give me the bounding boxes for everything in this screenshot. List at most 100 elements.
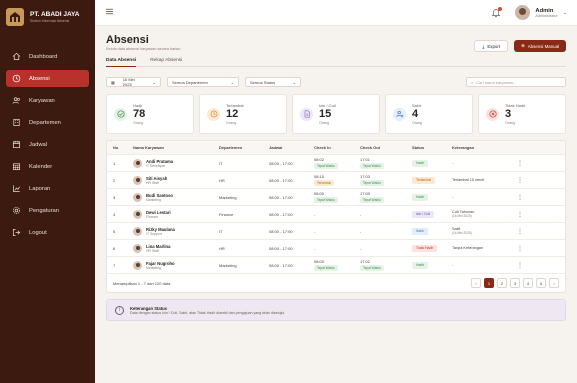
department-select[interactable]: Semua Departemen ⌄ (167, 77, 239, 87)
employee-role: Marketing (146, 265, 161, 270)
export-button[interactable]: ⤓ Export (474, 40, 509, 52)
sidebar-item-karyawan[interactable]: Karyawan (6, 92, 89, 109)
department-cell: Marketing (219, 262, 237, 268)
column-header: Check In (314, 145, 331, 150)
employee-text: Dewi Lestari Finance (146, 210, 171, 219)
sidebar-item-departemen[interactable]: Departemen (6, 114, 89, 131)
notification-badge (498, 6, 503, 11)
sidebar-item-label: Pengaturan (29, 207, 59, 214)
employee-text: Siti Aisyah HR Staff (146, 176, 167, 185)
status-cell: Hadir (412, 193, 452, 201)
table-row[interactable]: 1 Andi Pratama IT Developer IT 08:00 - 17:00… (107, 155, 565, 172)
check-in-cell: - (314, 212, 360, 217)
calendar-icon: ▦ (111, 79, 115, 85)
more-actions-icon[interactable]: ⋮ (512, 194, 528, 201)
check-out-time: - (360, 228, 362, 234)
sidebar-item-label: Karyawan (29, 97, 55, 104)
avatar (133, 226, 142, 236)
date-picker[interactable]: ▦ 16 Mei 2025 ⌄ (106, 77, 161, 87)
employee-text: Andi Pratama IT Developer (146, 159, 173, 168)
employee-cell: Dewi Lestari Finance (133, 209, 219, 219)
status-cell: Hadir (412, 159, 452, 167)
chevron-down-icon: ⌄ (292, 79, 296, 85)
schedule-cell: 08:00 - 17:00 (269, 245, 293, 251)
check-in-time: - (314, 228, 316, 234)
schedule-cell: 08:00 - 17:00 (269, 262, 293, 268)
sidebar-item-logout[interactable]: Logout (6, 224, 89, 241)
more-actions-icon[interactable]: ⋮ (512, 262, 528, 269)
check-in-cell: 08:15 Terlambat (314, 174, 360, 186)
tab-rekap-absensi[interactable]: Rekap Absensi (150, 58, 182, 63)
stat-unit: Orang (133, 120, 143, 125)
schedule-cell: 08:00 - 17:00 (269, 228, 293, 234)
check-in-tag: Tepat Waktu (314, 163, 338, 169)
sidebar-item-absensi[interactable]: Absensi (6, 70, 89, 87)
stat-card-hadir: Hadir 78 Orang (106, 94, 194, 134)
tab-data-absensi[interactable]: Data Absensi (106, 58, 137, 67)
app-frame: PT. ABADI JAYA Sistem Informasi Absensi … (0, 0, 577, 383)
check-out-time: 17:03 (360, 174, 371, 179)
sidebar-item-laporan[interactable]: Laporan (6, 180, 89, 197)
table-row[interactable]: 4 Dewi Lestari Finance Finance 08:00 - 17:00… (107, 206, 565, 223)
status-select[interactable]: Semua Status ⌄ (245, 77, 301, 87)
content: Absensi Kelola data absensi karyawan sec… (95, 26, 577, 329)
status-cell: Tidak Hadir (412, 244, 452, 252)
table-row[interactable]: 5 Rizky Maulana IT Support IT 08:00 - 17:00 -… (107, 223, 565, 240)
schedule-cell: 08:00 - 17:00 (269, 211, 293, 217)
more-actions-icon[interactable]: ⋮ (512, 160, 528, 167)
topbar-right: Admin Administrator ⌄ (491, 5, 567, 20)
employee-name: Budi Santoso (146, 192, 173, 198)
sidebar-item-dashboard[interactable]: Dashboard (6, 48, 89, 65)
brand-name: PT. ABADI JAYA (30, 11, 80, 19)
bell-icon[interactable] (491, 6, 503, 18)
sidebar-item-jadwal[interactable]: Jadwal (6, 136, 89, 153)
check-out-time: 17:02 (360, 259, 371, 264)
page-button[interactable]: 3 (510, 278, 520, 288)
manual-attendance-button[interactable]: ⊕ Absensi Manual (514, 40, 566, 52)
more-actions-icon[interactable]: ⋮ (512, 211, 528, 218)
note-sub: (16 Mei 2025) (452, 214, 472, 218)
note-cell: Tanpa Keterangan (452, 246, 512, 250)
check-in-tag: Terlambat (314, 180, 334, 186)
page-button[interactable]: 2 (497, 278, 507, 288)
hamburger-menu-icon[interactable] (105, 7, 114, 18)
sidebar-item-kalender[interactable]: Kalender (6, 158, 89, 175)
table-body: 1 Andi Pratama IT Developer IT 08:00 - 17:00… (107, 155, 565, 274)
page-button[interactable]: 1 (484, 278, 494, 288)
avatar (133, 175, 142, 185)
user-menu[interactable]: Admin Administrator ⌄ (515, 5, 567, 20)
prev-page-button[interactable]: ‹ (471, 278, 481, 288)
page-button[interactable]: 4 (523, 278, 533, 288)
sidebar-item-label: Absensi (29, 75, 50, 82)
building-icon (12, 118, 21, 127)
next-page-button[interactable]: › (549, 278, 559, 288)
table-row[interactable]: 2 Siti Aisyah HR Staff HR 08:00 - 17:00 08:15… (107, 172, 565, 189)
page-button[interactable]: 5 (536, 278, 546, 288)
more-actions-icon[interactable]: ⋮ (512, 245, 528, 252)
stat-unit: Orang (412, 120, 422, 125)
column-header: Departemen (219, 145, 243, 150)
table-row[interactable]: 3 Budi Santoso Marketing Marketing 08:00 - 1… (107, 189, 565, 206)
check-in-cell: 08:00 Tepat Waktu (314, 259, 360, 271)
stat-text: Sakit 4 Orang (412, 103, 422, 124)
avatar (133, 158, 142, 168)
check-out-time: - (360, 211, 362, 217)
sidebar-item-label: Departemen (29, 119, 61, 126)
status-cell: Hadir (412, 261, 452, 269)
page-actions: ⤓ Export ⊕ Absensi Manual (474, 40, 566, 52)
employee-cell: Andi Pratama IT Developer (133, 158, 219, 168)
row-number: 6 (113, 245, 116, 251)
stat-text: Hadir 78 Orang (133, 103, 145, 124)
check-in-tag: Tepat Waktu (314, 265, 338, 271)
employee-cell: Budi Santoso Marketing (133, 192, 219, 202)
table-row[interactable]: 7 Fajar Nugroho Marketing Marketing 08:00 - … (107, 257, 565, 274)
search-input[interactable]: ⌕ Cari nama karyawan... (466, 77, 566, 87)
more-actions-icon[interactable]: ⋮ (512, 228, 528, 235)
avatar (515, 5, 531, 20)
brand-logo-icon (6, 8, 24, 26)
column-header: Check Out (360, 145, 381, 150)
table-row[interactable]: 6 Lina Marlina HR Staff HR 08:00 - 17:00 - - Ti… (107, 240, 565, 257)
sidebar-item-label: Logout (29, 229, 47, 236)
more-actions-icon[interactable]: ⋮ (512, 177, 528, 184)
sidebar-item-pengaturan[interactable]: Pengaturan (6, 202, 89, 219)
